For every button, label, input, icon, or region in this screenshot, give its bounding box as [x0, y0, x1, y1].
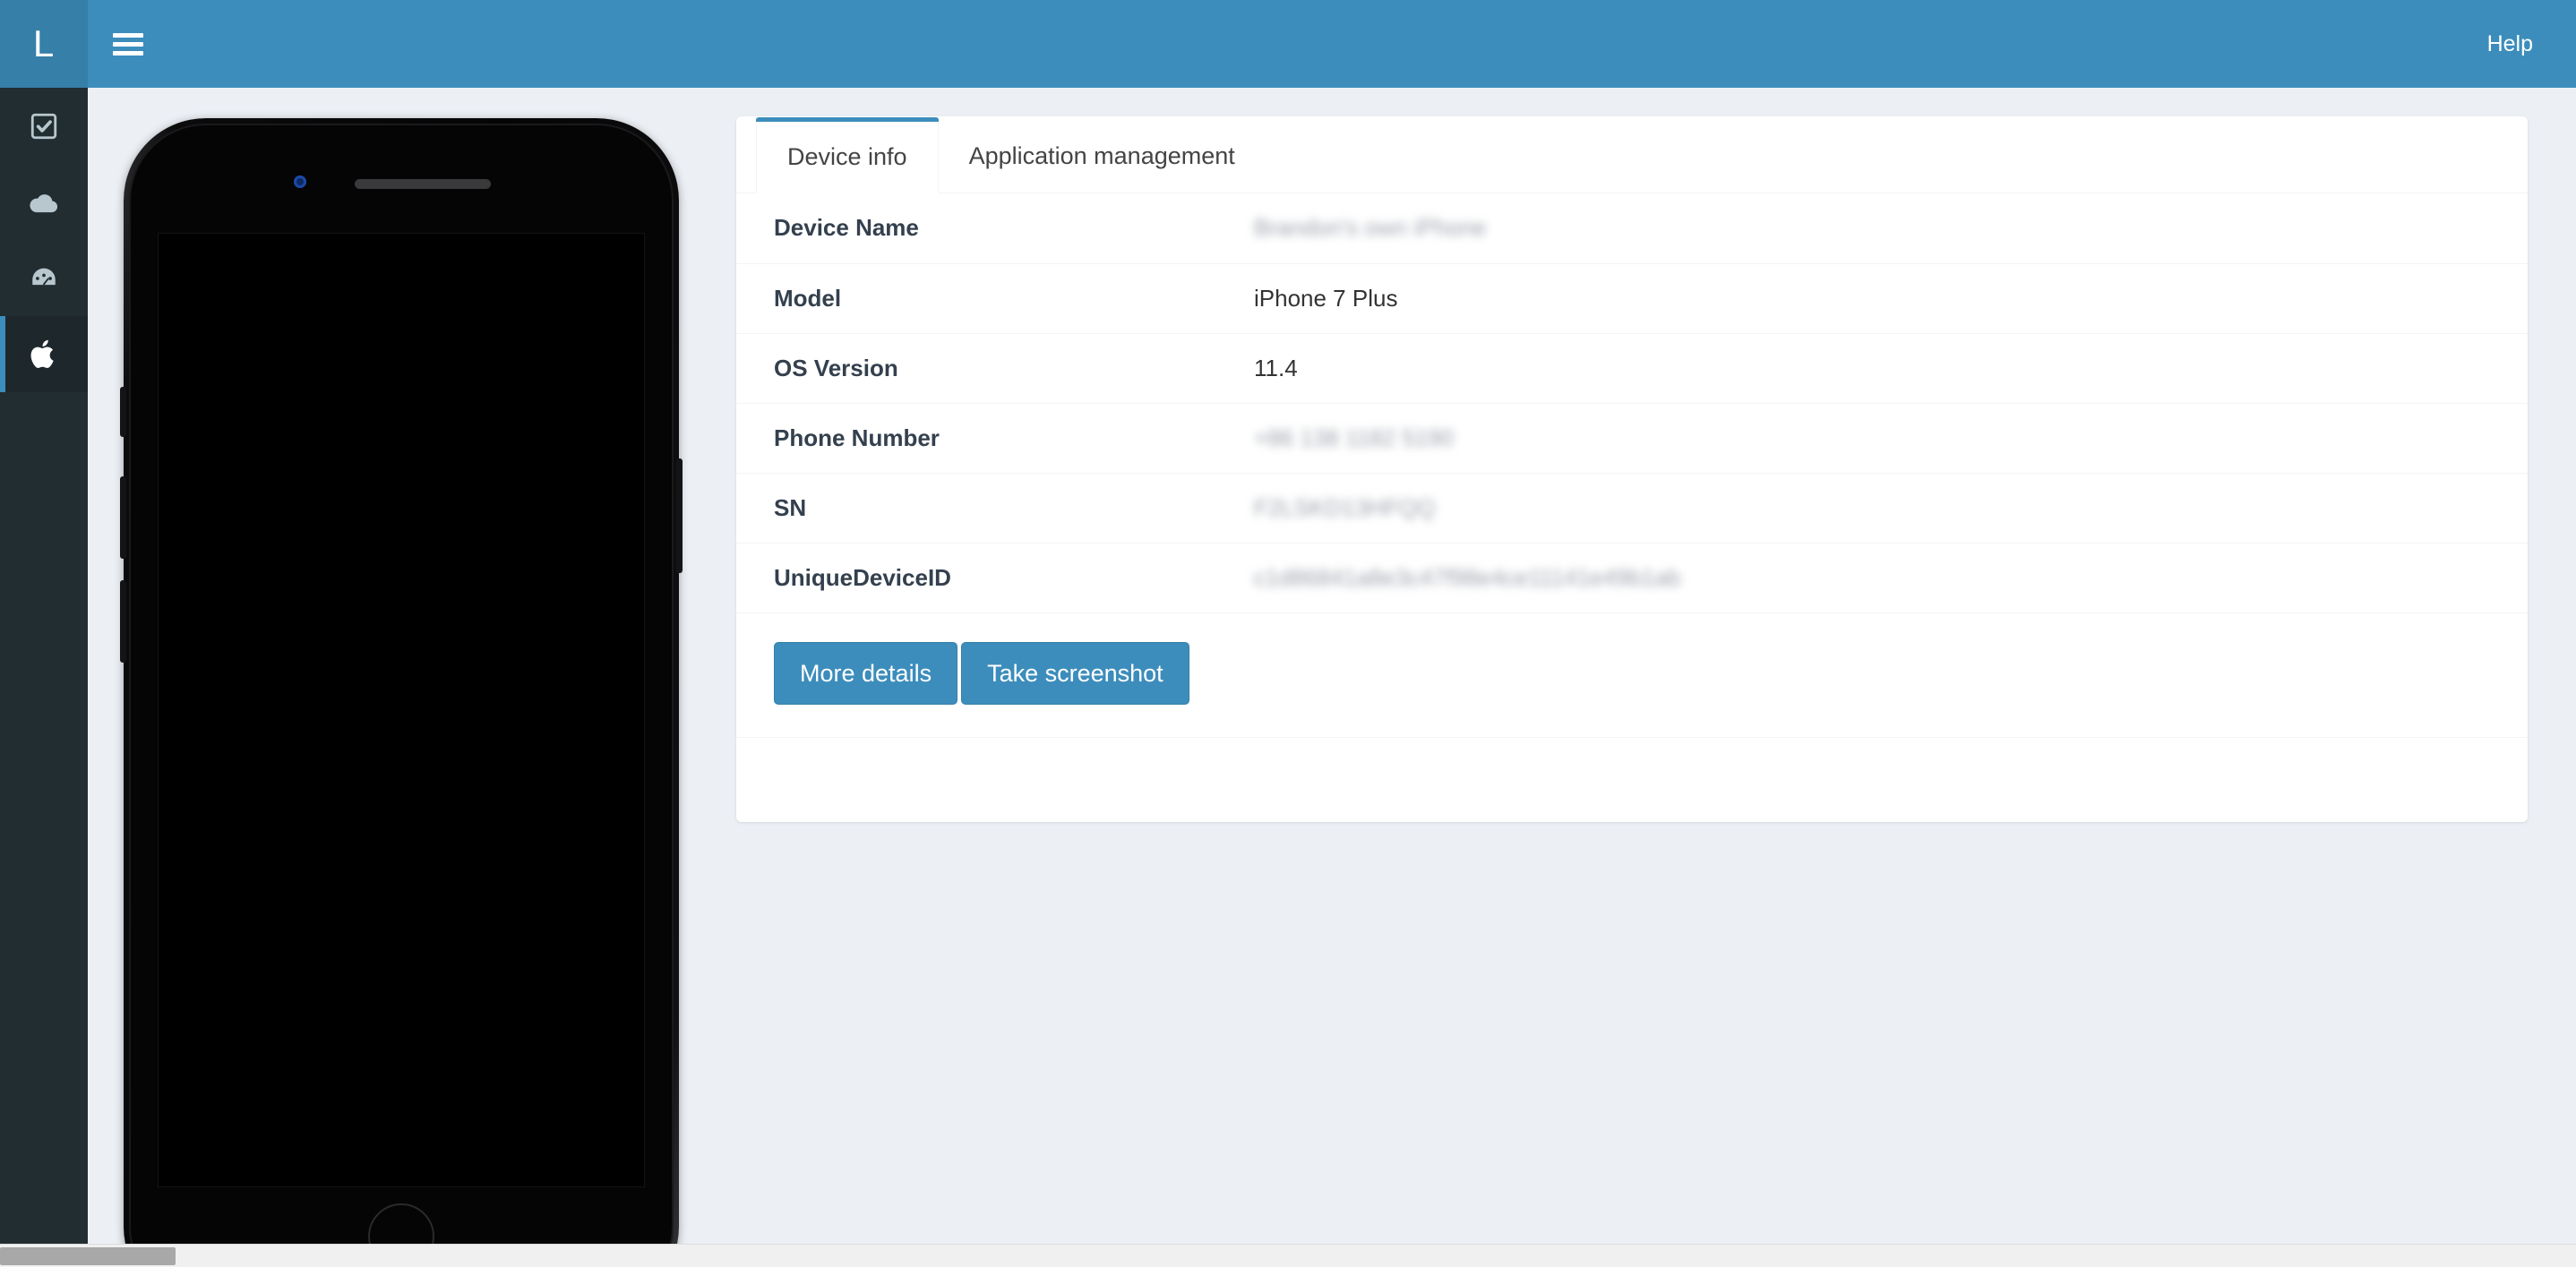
tab-bar: Device info Application management — [736, 116, 2528, 193]
redacted-value: +86 138 1182 5190 — [1254, 424, 1454, 451]
table-row: Device Name Brandon's own iPhone — [736, 193, 2528, 263]
row-value: iPhone 7 Plus — [1254, 284, 1398, 312]
top-header: L Help — [0, 0, 2576, 88]
apple-icon — [29, 338, 59, 372]
phone-front-camera-icon — [294, 175, 306, 188]
take-screenshot-button[interactable]: Take screenshot — [961, 641, 1189, 705]
sidebar-toggle-button[interactable] — [88, 0, 168, 88]
sidebar-item-apple[interactable] — [0, 316, 88, 392]
sidebar-item-cloud[interactable] — [0, 164, 88, 240]
app-logo[interactable]: L — [0, 0, 88, 88]
row-value: +86 138 1182 5190 — [1238, 403, 2528, 473]
table-row: Phone Number +86 138 1182 5190 — [736, 403, 2528, 473]
table-row: OS Version 11.4 — [736, 333, 2528, 403]
phone-power-button — [676, 458, 683, 573]
logo-text: L — [32, 22, 56, 64]
row-label: Model — [774, 284, 842, 312]
row-label: OS Version — [774, 354, 898, 381]
phone-earpiece-speaker — [355, 179, 491, 189]
sidebar-item-tasks[interactable] — [0, 88, 88, 164]
check-square-icon — [29, 111, 59, 141]
header-spacer — [168, 0, 2460, 88]
phone-volume-down-button — [120, 580, 126, 663]
phone-volume-up-button — [120, 476, 126, 559]
row-value: 11.4 — [1254, 354, 1298, 381]
hamburger-icon — [113, 29, 143, 60]
row-label: Phone Number — [774, 424, 940, 451]
row-label: SN — [774, 493, 807, 521]
phone-screen[interactable] — [158, 233, 645, 1187]
row-value: c1d86841a8e3c47f98e4ce11141e49b1ab — [1238, 543, 2528, 612]
redacted-value: F2LSKD13HFQQ — [1254, 493, 1436, 521]
iphone-mockup — [120, 118, 683, 1267]
sidebar-item-dashboard[interactable] — [0, 240, 88, 316]
device-preview-panel — [88, 88, 734, 1267]
main-content: Device info Application management Devic… — [736, 88, 2576, 1267]
tab-device-info[interactable]: Device info — [756, 117, 939, 193]
phone-body — [129, 124, 674, 1267]
tab-application-management[interactable]: Application management — [939, 120, 1266, 193]
sidebar-nav — [0, 88, 88, 1267]
table-row: SN F2LSKD13HFQQ — [736, 473, 2528, 543]
redacted-value: Brandon's own iPhone — [1254, 214, 1487, 242]
table-row: UniqueDeviceID c1d86841a8e3c47f98e4ce111… — [736, 543, 2528, 612]
device-info-table: Device Name Brandon's own iPhone Model i… — [736, 193, 2528, 613]
horizontal-scrollbar[interactable] — [0, 1244, 2576, 1267]
help-link[interactable]: Help — [2460, 0, 2576, 88]
table-row: Model iPhone 7 Plus — [736, 263, 2528, 333]
cloud-icon — [27, 185, 61, 219]
tab-panel-device-info: Device Name Brandon's own iPhone Model i… — [736, 193, 2528, 738]
row-label: Device Name — [774, 214, 919, 242]
device-info-card: Device info Application management Devic… — [736, 116, 2528, 822]
redacted-value: c1d86841a8e3c47f98e4ce11141e49b1ab — [1254, 563, 1681, 591]
phone-mute-switch — [120, 387, 126, 437]
more-details-button[interactable]: More details — [774, 641, 958, 705]
row-value: F2LSKD13HFQQ — [1238, 473, 2528, 543]
row-value: Brandon's own iPhone — [1238, 193, 2528, 263]
action-button-row: More details Take screenshot — [736, 613, 2528, 738]
scrollbar-thumb[interactable] — [0, 1247, 176, 1265]
dashboard-icon — [29, 263, 59, 294]
tab-application-management-label: Application management — [968, 142, 1235, 169]
tab-device-info-label: Device info — [787, 142, 907, 170]
row-label: UniqueDeviceID — [774, 563, 951, 591]
